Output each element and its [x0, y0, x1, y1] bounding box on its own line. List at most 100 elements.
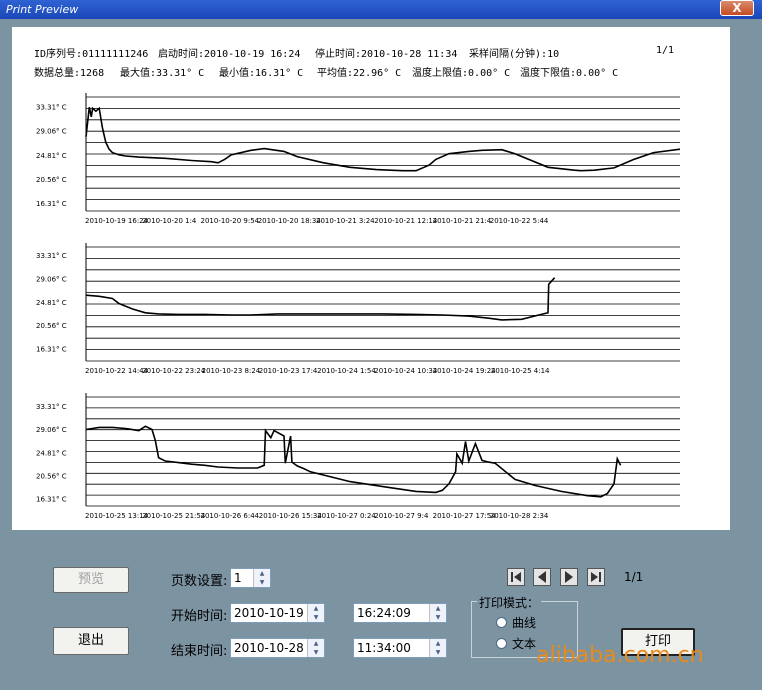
temperature-chart-3: 33.31° C 29.06° C 24.81° C 20.56° C 16.31° C…	[36, 393, 680, 520]
min-info: 最小值:16.31° C	[219, 64, 303, 79]
end-time-value: 11:34:00	[357, 641, 411, 655]
print-mode-label: 打印模式：	[477, 594, 542, 611]
spin-up-icon[interactable]: ▲	[430, 604, 446, 613]
temperature-chart-1: 33.31° C 29.06° C 24.81° C 20.56° C 16.31° C…	[36, 93, 681, 225]
x-tick-label: 2010-10-21 21:4	[433, 217, 492, 225]
title-bar: Print Preview X	[0, 0, 762, 19]
spin-down-icon[interactable]: ▼	[308, 613, 324, 622]
y-tick-label: 20.56° C	[36, 472, 67, 480]
x-tick-label: 2010-10-19 16:24	[85, 217, 149, 225]
x-tick-label: 2010-10-28 2:34	[490, 512, 549, 520]
max-info: 最大值:33.31° C	[120, 64, 204, 79]
y-tick-label: 20.56° C	[36, 322, 67, 330]
close-icon: X	[732, 1, 742, 15]
x-tick-label: 2010-10-22 5:44	[490, 217, 549, 225]
end-date-input[interactable]: 2010-10-28 ▲ ▼	[230, 638, 325, 658]
header-page-indicator: 1/1	[656, 45, 675, 56]
max-label: 最大值:	[120, 68, 157, 79]
avg-info: 平均值:22.96° C	[317, 64, 401, 79]
preview-button[interactable]: 预览	[53, 567, 129, 593]
last-page-icon	[591, 572, 601, 582]
x-tick-label: 2010-10-24 19:24	[433, 367, 497, 375]
pages-input[interactable]: 1 ▲ ▼	[230, 568, 271, 588]
y-tick-label: 16.31° C	[36, 200, 67, 208]
id-value: 01111111246	[82, 49, 149, 60]
temperature-series-line	[85, 277, 556, 321]
y-tick-label: 24.81° C	[36, 449, 67, 457]
spin-down-icon[interactable]: ▼	[308, 648, 324, 657]
interval-label: 采样间隔(分钟):	[469, 49, 548, 60]
exit-button[interactable]: 退出	[53, 627, 129, 655]
end-time-label: 结束时间:	[171, 644, 228, 659]
max-value: 33.31° C	[156, 68, 205, 79]
spin-down-icon[interactable]: ▼	[254, 578, 270, 587]
y-tick-label: 29.06° C	[36, 128, 67, 136]
interval-info: 采样间隔(分钟):10	[469, 45, 559, 60]
x-tick-label: 2010-10-21 12:14	[374, 217, 438, 225]
upper-label: 温度上限值:	[412, 68, 469, 79]
curve-radio-label[interactable]: 曲线	[512, 614, 536, 631]
start-date-spinner[interactable]: ▲ ▼	[307, 604, 324, 622]
curve-radio[interactable]	[496, 617, 507, 628]
start-time-label: 开始时间:	[171, 609, 228, 624]
temperature-series-line	[85, 425, 622, 498]
prev-page-button[interactable]	[533, 568, 551, 586]
total-info: 数据总量:1268	[34, 64, 104, 79]
x-tick-label: 2010-10-22 14:44	[85, 367, 149, 375]
spin-up-icon[interactable]: ▲	[308, 604, 324, 613]
x-tick-label: 2010-10-20 1:4	[142, 217, 197, 225]
spin-up-icon[interactable]: ▲	[430, 639, 446, 648]
start-date-input[interactable]: 2010-10-19 ▲ ▼	[230, 603, 325, 623]
y-tick-label: 29.06° C	[36, 275, 67, 283]
temperature-series-line	[85, 106, 681, 172]
start-date-value: 2010-10-19	[234, 606, 304, 620]
spin-up-icon[interactable]: ▲	[308, 639, 324, 648]
x-tick-label: 2010-10-23 8:24	[202, 367, 261, 375]
y-tick-label: 33.31° C	[36, 104, 67, 112]
y-tick-label: 24.81° C	[36, 152, 67, 160]
stop-info: 停止时间:2010-10-28 11:34	[315, 45, 457, 60]
y-tick-label: 33.31° C	[36, 252, 67, 260]
y-tick-label: 24.81° C	[36, 299, 67, 307]
stop-value: 2010-10-28 11:34	[361, 49, 458, 60]
pages-spinner[interactable]: ▲ ▼	[253, 569, 270, 587]
first-page-icon	[511, 572, 521, 582]
spin-down-icon[interactable]: ▼	[430, 613, 446, 622]
temperature-chart-2: 33.31° C 29.06° C 24.81° C 20.56° C 16.31° C…	[36, 243, 680, 375]
last-page-button[interactable]	[587, 568, 605, 586]
upper-info: 温度上限值:0.00° C	[412, 64, 510, 79]
x-tick-label: 2010-10-20 18:34	[258, 217, 322, 225]
page-indicator: 1/1	[624, 570, 644, 584]
end-date-spinner[interactable]: ▲ ▼	[307, 639, 324, 657]
watermark: alibaba.com.cn	[536, 643, 704, 668]
x-tick-label: 2010-10-25 13:14	[85, 512, 149, 520]
first-page-button[interactable]	[507, 568, 525, 586]
y-tick-label: 29.06° C	[36, 426, 67, 434]
x-tick-label: 2010-10-25 4:14	[491, 367, 550, 375]
preview-page: ID序列号:01111111246 启动时间:2010-10-19 16:24 …	[12, 27, 730, 530]
spin-down-icon[interactable]: ▼	[430, 648, 446, 657]
x-tick-label: 2010-10-21 3:24	[316, 217, 375, 225]
header-row-1: ID序列号:01111111246	[34, 45, 148, 60]
start-time-input[interactable]: 16:24:09 ▲ ▼	[353, 603, 447, 623]
start-time-spinner[interactable]: ▲ ▼	[429, 604, 446, 622]
text-radio[interactable]	[496, 638, 507, 649]
lower-info: 温度下限值:0.00° C	[520, 64, 618, 79]
next-page-button[interactable]	[560, 568, 578, 586]
end-date-value: 2010-10-28	[234, 641, 304, 655]
id-label: ID序列号:	[34, 49, 83, 60]
x-tick-label: 2010-10-24 1:54	[317, 367, 376, 375]
text-radio-label[interactable]: 文本	[512, 635, 536, 652]
interval-value: 10	[547, 49, 560, 60]
end-time-input[interactable]: 11:34:00 ▲ ▼	[353, 638, 447, 658]
min-value: 16.31° C	[255, 68, 304, 79]
y-tick-label: 20.56° C	[36, 176, 67, 184]
x-tick-label: 2010-10-27 9:4	[374, 512, 429, 520]
pages-value: 1	[234, 571, 242, 585]
end-time-spinner[interactable]: ▲ ▼	[429, 639, 446, 657]
spin-up-icon[interactable]: ▲	[254, 569, 270, 578]
lower-label: 温度下限值:	[520, 68, 577, 79]
close-button[interactable]: X	[720, 0, 754, 16]
upper-value: 0.00° C	[468, 68, 511, 79]
x-tick-label: 2010-10-20 9:54	[201, 217, 260, 225]
